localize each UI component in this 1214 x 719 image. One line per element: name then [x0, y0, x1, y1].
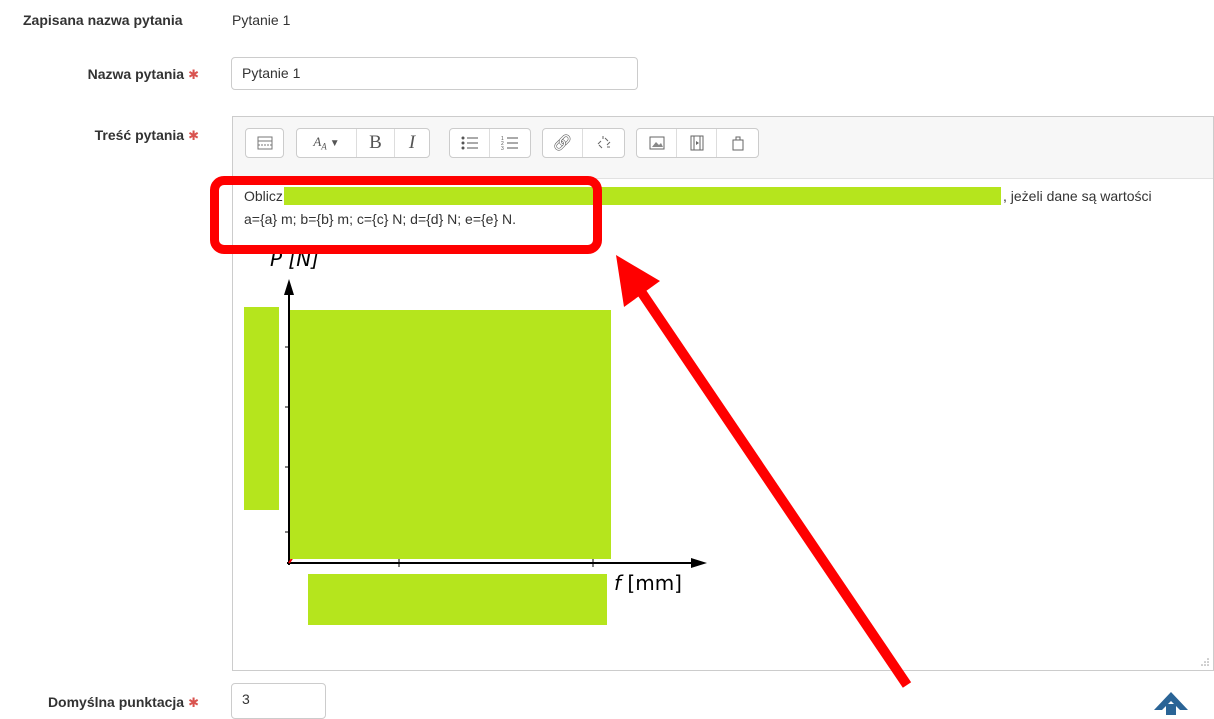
media-icon[interactable] [677, 129, 717, 157]
arrow-up-icon[interactable] [1152, 690, 1190, 715]
bold-icon[interactable]: B [357, 129, 395, 157]
toolbar-group-5 [636, 128, 759, 158]
question-name-input[interactable]: Pytanie 1 [231, 57, 638, 90]
required-icon: ✱ [188, 67, 199, 82]
default-mark-input[interactable]: 3 [231, 683, 326, 719]
unlink-icon[interactable] [583, 129, 624, 157]
toolbar-group-2: AA ▼ B I [296, 128, 430, 158]
question-name-label-text: Nazwa pytania [87, 66, 185, 82]
saved-name-label: Zapisana nazwa pytania [23, 12, 183, 28]
redacted-y-values [244, 307, 279, 510]
question-name-label: Nazwa pytania ✱ [88, 66, 199, 83]
link-icon[interactable]: 🔗︎ [543, 129, 583, 157]
image-icon[interactable] [637, 129, 677, 157]
question-text-label-text: Treść pytania [94, 127, 185, 143]
required-icon: ✱ [188, 128, 199, 143]
annotation-highlight-box [210, 176, 602, 254]
font-style-icon[interactable]: AA ▼ [297, 129, 357, 157]
default-mark-label-text: Domyślna punktacja [47, 694, 185, 710]
editor-toolbar: AA ▼ B I 123 🔗︎ [233, 117, 1213, 179]
toolbar-group-4: 🔗︎ [542, 128, 625, 158]
toolbar-group-1 [245, 128, 284, 158]
required-icon: ✱ [188, 695, 199, 710]
italic-icon[interactable]: I [395, 129, 429, 157]
annotation-arrow [616, 255, 912, 688]
svg-text:3: 3 [501, 146, 504, 151]
redacted-x-values [308, 574, 607, 625]
toolbar-toggle-icon[interactable] [246, 129, 283, 157]
question-text-label: Treść pytania ✱ [95, 127, 199, 144]
resize-handle-icon[interactable] [1201, 658, 1209, 666]
unordered-list-icon[interactable] [450, 129, 490, 157]
default-mark-label: Domyślna punktacja ✱ [48, 694, 199, 711]
ordered-list-icon[interactable]: 123 [490, 129, 530, 157]
redacted-diagram-body [290, 310, 611, 559]
manage-files-icon[interactable] [717, 129, 758, 157]
question-text-end: , jeżeli dane są wartości [1003, 188, 1152, 204]
saved-name-value: Pytanie 1 [232, 12, 291, 28]
toolbar-group-3: 123 [449, 128, 531, 158]
